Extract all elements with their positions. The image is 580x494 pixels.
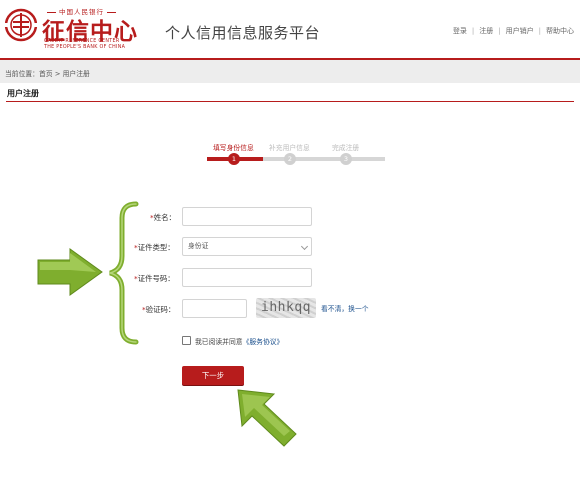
green-arrow-up-left-icon xyxy=(237,389,297,447)
id-number-label: *证件号码： xyxy=(134,273,175,284)
captcha-refresh-link[interactable]: 看不清，换一个 xyxy=(321,303,369,313)
top-nav: 登录 | 注册 | 用户销户 | 帮助中心 xyxy=(453,26,574,36)
breadcrumb: 当前位置：首页 > 用户注册 xyxy=(5,70,90,78)
step-number-2: 2 xyxy=(284,153,296,165)
name-label: *姓名： xyxy=(150,212,176,223)
section-title: 用户注册 xyxy=(7,89,39,98)
logo-english-line1: CREDIT REFERENCE CENTER xyxy=(44,39,120,44)
captcha-image[interactable]: ihhkqq xyxy=(256,298,316,318)
captcha-label: *验证码： xyxy=(142,304,175,315)
site-title: 个人信用信息服务平台 xyxy=(165,24,321,42)
name-label-text: 姓名： xyxy=(153,213,176,222)
login-link[interactable]: 登录 xyxy=(453,26,467,36)
section-divider xyxy=(6,101,574,102)
agree-checkbox[interactable] xyxy=(182,336,191,345)
step-number-3: 3 xyxy=(340,153,352,165)
chevron-down-icon xyxy=(300,242,309,251)
register-link[interactable]: 注册 xyxy=(479,26,493,36)
step-label-3: 完成注册 xyxy=(332,144,360,152)
green-arrow-right-icon xyxy=(37,248,103,296)
service-agreement-link[interactable]: 《服务协议》 xyxy=(243,338,284,346)
id-number-input[interactable] xyxy=(182,268,312,287)
agree-text: 我已阅读并同意 xyxy=(195,338,243,346)
step-bar-3 xyxy=(319,157,385,161)
name-input[interactable] xyxy=(182,207,312,226)
id-number-label-text: 证件号码： xyxy=(137,274,175,283)
next-step-button[interactable]: 下一步 xyxy=(182,366,244,385)
captcha-label-text: 验证码： xyxy=(145,305,176,314)
id-type-value: 身份证 xyxy=(188,242,209,250)
id-type-label-text: 证件类型： xyxy=(137,243,175,252)
id-type-label: *证件类型： xyxy=(134,242,175,253)
logo-emblem-icon xyxy=(4,8,38,42)
agree-label: 我已阅读并同意《服务协议》 xyxy=(195,336,283,346)
step-number-1: 1 xyxy=(228,153,240,165)
nav-separator: | xyxy=(471,27,475,35)
id-type-select[interactable]: 身份证 xyxy=(182,237,312,256)
step-label-2: 补充用户信息 xyxy=(269,144,310,152)
step-label-1: 填写身份信息 xyxy=(213,144,254,152)
nav-separator: | xyxy=(538,27,541,35)
help-center-link[interactable]: 帮助中心 xyxy=(546,26,574,36)
captcha-input[interactable] xyxy=(182,299,247,318)
cancel-account-link[interactable]: 用户销户 xyxy=(506,26,534,36)
logo-english-line2: THE PEOPLE'S BANK OF CHINA xyxy=(44,45,126,50)
nav-separator: | xyxy=(498,27,501,35)
page-header: 中国人民银行 征信中心 CREDIT REFERENCE CENTER THE … xyxy=(0,0,580,58)
